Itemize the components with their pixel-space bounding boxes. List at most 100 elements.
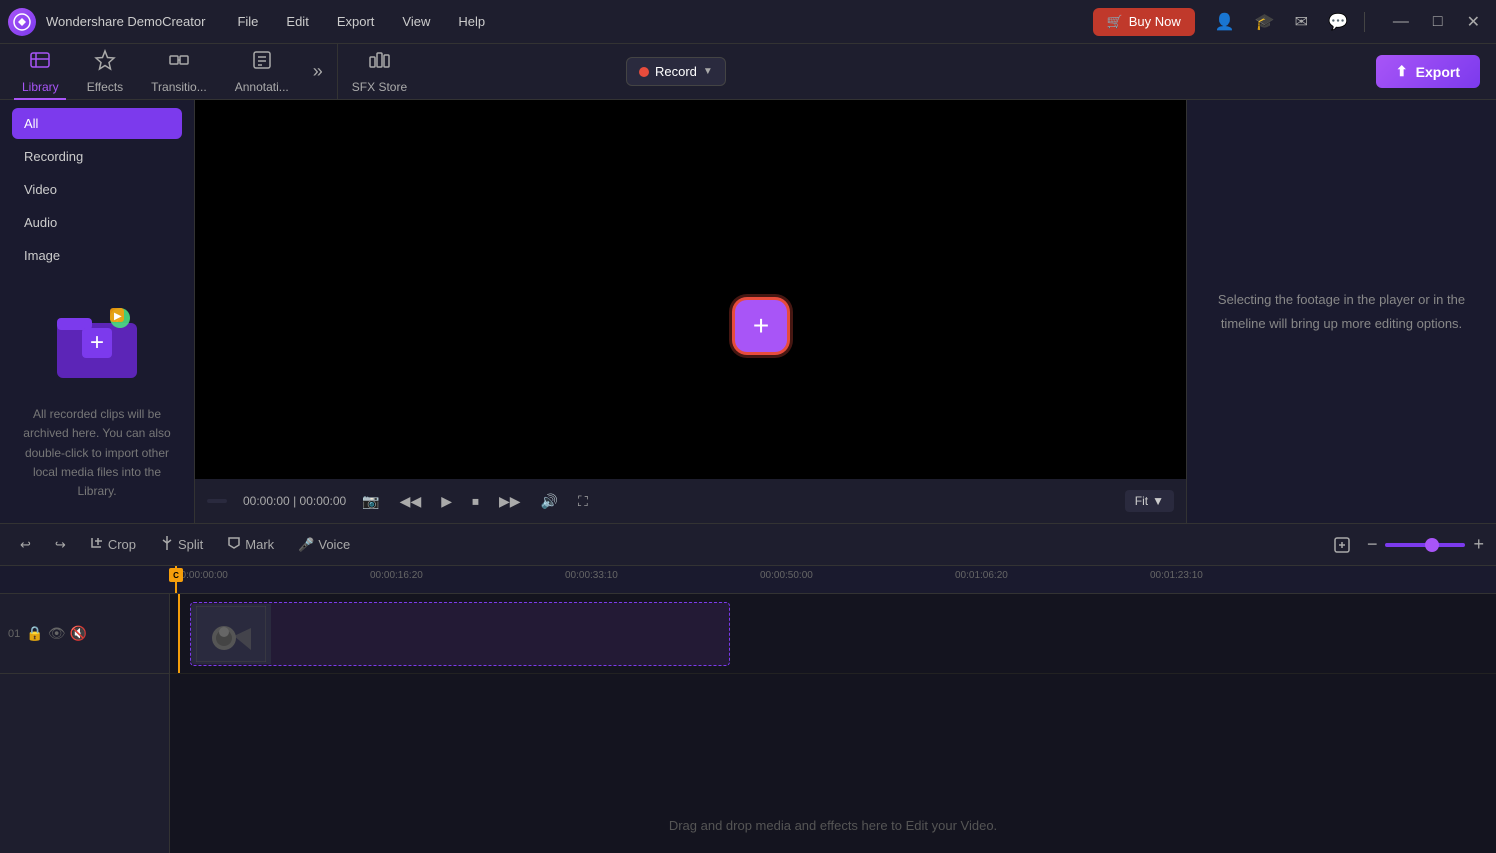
ruler-mark-5: 00:01:23:10 — [1150, 570, 1203, 581]
plus-overlay: + — [735, 300, 787, 352]
time-pill — [207, 499, 227, 503]
right-info-panel: Selecting the footage in the player or i… — [1186, 100, 1496, 523]
menu-edit[interactable]: Edit — [274, 10, 320, 33]
fullscreen-button[interactable]: ⛶ — [574, 489, 592, 514]
track-visibility-button[interactable]: 👁 — [48, 625, 66, 642]
undo-button[interactable]: ↩ — [12, 533, 39, 557]
cart-icon: 🛒 — [1107, 14, 1123, 30]
track-row-01 — [170, 594, 1496, 674]
tab-sfx-store[interactable]: SFX Store — [337, 43, 421, 100]
record-label: Record — [655, 64, 697, 79]
library-tab-label: Library — [22, 80, 59, 94]
library-tab-icon — [29, 49, 51, 76]
svg-text:▶: ▶ — [114, 311, 122, 322]
track-labels: 01 🔒 👁 🔇 — [0, 594, 170, 853]
menu-help[interactable]: Help — [446, 10, 497, 33]
crop-button[interactable]: Crop — [82, 532, 144, 557]
track-control-icons: 🔒 👁 🔇 — [26, 625, 87, 642]
library-empty-text: All recorded clips will be archived here… — [16, 405, 178, 501]
fit-dropdown-icon: ▼ — [1152, 494, 1164, 508]
track-mute-button[interactable]: 🔇 — [69, 625, 86, 642]
add-media-button[interactable]: + — [735, 300, 787, 352]
tab-library[interactable]: Library — [8, 43, 73, 100]
tab-more-button[interactable]: » — [303, 55, 333, 88]
close-button[interactable]: ✕ — [1459, 8, 1488, 36]
main-layout: Library Effects Transitio... Annotati... — [0, 44, 1496, 853]
play-button[interactable]: ▶ — [437, 489, 456, 514]
filter-recording[interactable]: Recording — [12, 141, 182, 172]
divider — [1364, 12, 1365, 32]
toolbar-row: Library Effects Transitio... Annotati... — [0, 44, 1496, 100]
redo-button[interactable]: ↪ — [47, 533, 74, 557]
transitions-tab-icon — [168, 49, 190, 76]
filter-all[interactable]: All — [12, 108, 182, 139]
tab-transitions[interactable]: Transitio... — [137, 43, 221, 100]
filter-audio[interactable]: Audio — [12, 207, 182, 238]
support-icon-button[interactable]: 💬 — [1320, 8, 1356, 36]
learn-icon-button[interactable]: 🎓 — [1247, 8, 1283, 36]
record-button[interactable]: Record ▼ — [626, 57, 726, 86]
screenshot-button[interactable]: 📷 — [358, 489, 383, 514]
sidebar-filters: All Recording Video Audio Image — [0, 100, 194, 281]
mail-icon-button[interactable]: ✉ — [1287, 8, 1316, 36]
time-display: 00:00:00 | 00:00:00 — [243, 494, 346, 508]
track-lock-button[interactable]: 🔒 — [26, 625, 43, 642]
filter-image[interactable]: Image — [12, 240, 182, 271]
split-label: Split — [178, 537, 203, 552]
split-button[interactable]: Split — [152, 532, 211, 557]
filter-video[interactable]: Video — [12, 174, 182, 205]
app-title: Wondershare DemoCreator — [46, 14, 205, 29]
menu-file[interactable]: File — [225, 10, 270, 33]
zoom-out-button[interactable]: − — [1367, 534, 1378, 555]
window-controls: — □ ✕ — [1385, 8, 1488, 36]
transitions-tab-label: Transitio... — [151, 80, 207, 94]
next-frame-button[interactable]: ▶▶ — [495, 489, 525, 514]
tab-effects[interactable]: Effects — [73, 43, 137, 100]
timeline-tracks: 01 🔒 👁 🔇 — [0, 594, 1496, 853]
preview-area: 00:00:00 | 00:00:00 📷 ◀◀ ▶ ⏹ ▶▶ 🔊 ⛶ Fit … — [195, 100, 1186, 523]
tab-annotations[interactable]: Annotati... — [221, 43, 303, 100]
track-number: 01 — [8, 628, 20, 640]
volume-button[interactable]: 🔊 — [537, 489, 562, 514]
app-logo — [8, 8, 36, 36]
library-empty-state[interactable]: ♪ ▶ + All recorded clips will be archive… — [0, 281, 194, 523]
record-dropdown-arrow: ▼ — [703, 66, 713, 77]
fit-button[interactable]: Fit ▼ — [1125, 490, 1174, 512]
right-info-text: Selecting the footage in the player or i… — [1207, 288, 1476, 335]
left-sidebar: All Recording Video Audio Image ♪ ▶ — [0, 100, 195, 523]
export-label: Export — [1416, 64, 1460, 80]
panel-tabs: Library Effects Transitio... Annotati... — [0, 44, 610, 99]
ruler-mark-4: 00:01:06:20 — [955, 570, 1008, 581]
timeline-area: ↩ ↪ Crop Split Mark — [0, 523, 1496, 853]
fit-label: Fit — [1135, 494, 1148, 508]
timeline-toolbar: ↩ ↪ Crop Split Mark — [0, 524, 1496, 566]
video-clip[interactable] — [190, 602, 730, 666]
fit-timeline-button[interactable] — [1325, 532, 1359, 558]
prev-frame-button[interactable]: ◀◀ — [396, 489, 426, 514]
split-icon — [160, 536, 174, 553]
minimize-button[interactable]: — — [1385, 8, 1417, 36]
voice-button[interactable]: 🎤 Voice — [290, 533, 358, 557]
menu-view[interactable]: View — [390, 10, 442, 33]
undo-icon: ↩ — [20, 537, 31, 553]
track-content: Drag and drop media and effects here to … — [170, 594, 1496, 853]
zoom-slider[interactable] — [1385, 543, 1465, 547]
crop-icon — [90, 536, 104, 553]
mark-button[interactable]: Mark — [219, 532, 282, 557]
maximize-button[interactable]: □ — [1425, 8, 1451, 36]
stop-button[interactable]: ⏹ — [468, 489, 483, 514]
library-folder-icon: ♪ ▶ + — [52, 303, 142, 389]
export-icon: ⬆ — [1396, 63, 1408, 80]
header-icons: 👤 🎓 ✉ 💬 — [1207, 8, 1356, 36]
zoom-in-button[interactable]: + — [1473, 534, 1484, 555]
menu-export[interactable]: Export — [325, 10, 387, 33]
account-icon-button[interactable]: 👤 — [1207, 8, 1243, 36]
mark-icon — [227, 536, 241, 553]
playhead-ruler: C — [175, 566, 177, 593]
export-button[interactable]: ⬆ Export — [1376, 55, 1480, 88]
preview-video — [195, 100, 1186, 479]
buy-now-button[interactable]: 🛒 Buy Now — [1093, 8, 1195, 36]
ruler-mark-3: 00:00:50:00 — [760, 570, 813, 581]
sfx-tab-label: SFX Store — [352, 80, 407, 94]
menubar: Wondershare DemoCreator File Edit Export… — [0, 0, 1496, 44]
